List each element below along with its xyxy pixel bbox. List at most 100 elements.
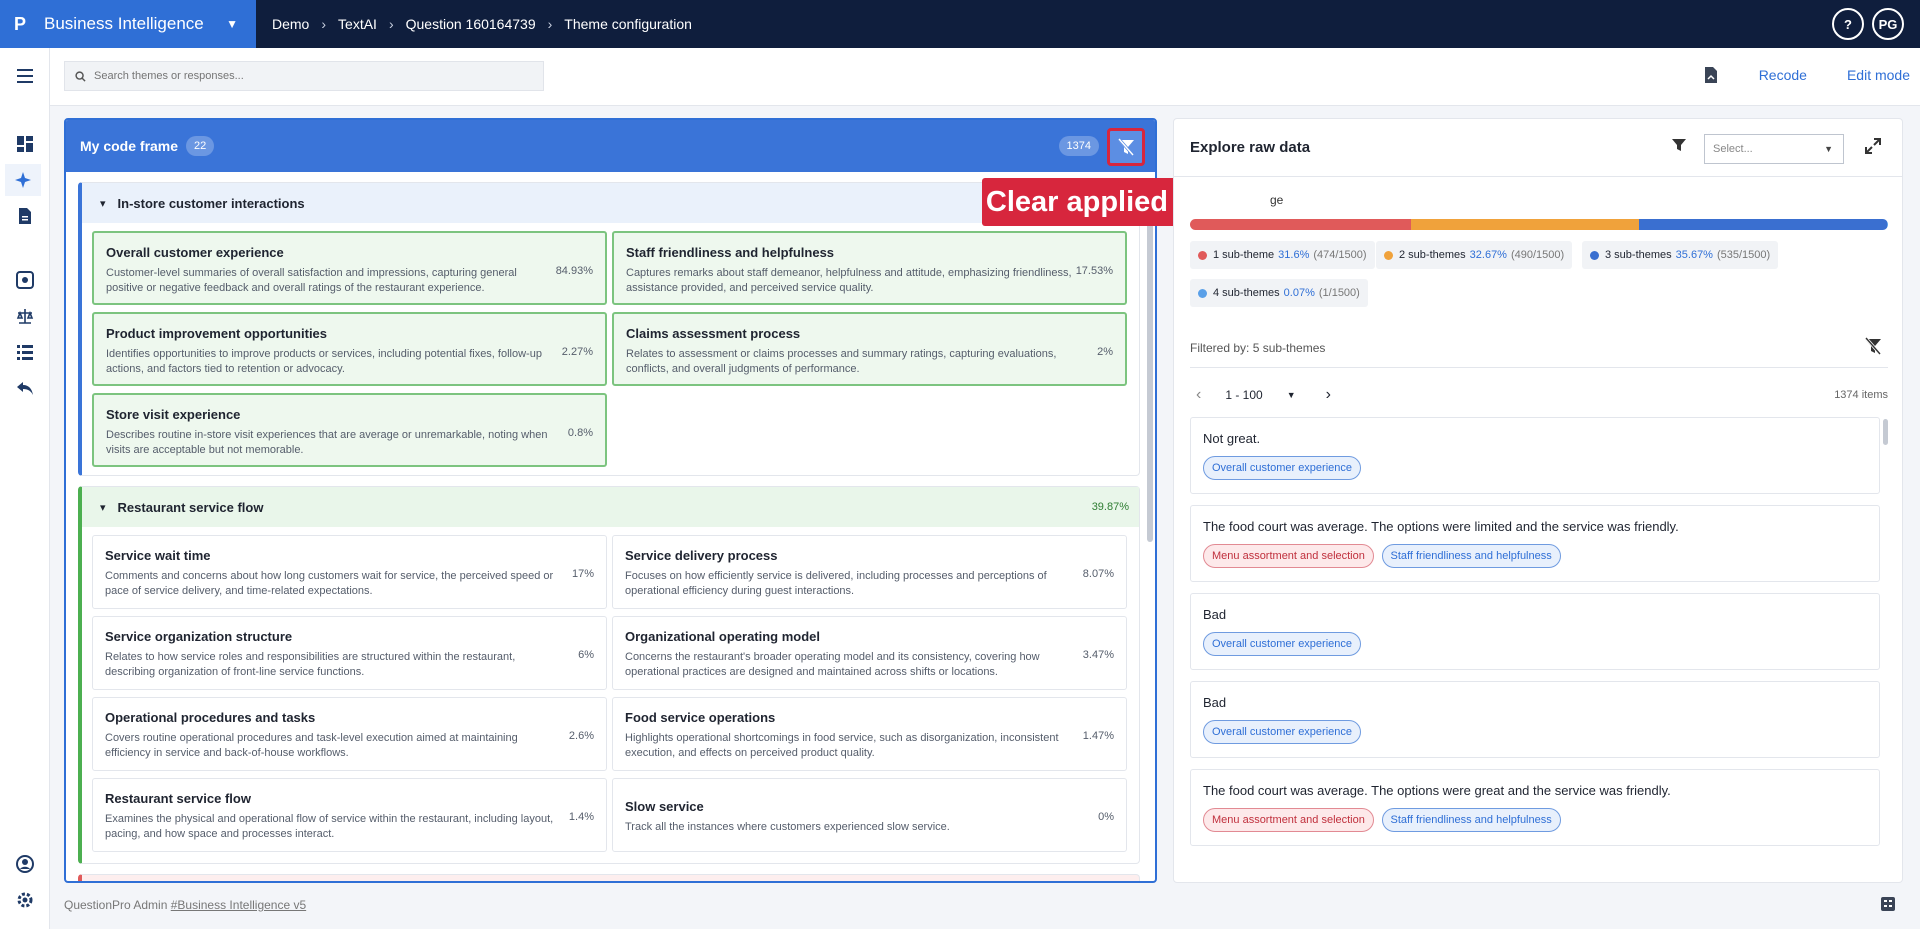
legend-label: 2 sub-themes <box>1399 249 1466 261</box>
response-card[interactable]: Not great. Overall customer experience <box>1190 417 1880 494</box>
clear-filters-button[interactable] <box>1107 128 1145 166</box>
report-icon[interactable] <box>13 204 37 228</box>
response-card[interactable]: Bad Overall customer experience <box>1190 593 1880 670</box>
theme-tag[interactable]: Staff friendliness and helpfulness <box>1381 544 1561 568</box>
expand-icon[interactable] <box>1864 137 1882 155</box>
theme-card-title: Service organization structure <box>105 629 293 644</box>
divider <box>1190 367 1888 368</box>
calculator-icon[interactable] <box>1880 896 1896 912</box>
analysis-icon[interactable] <box>13 268 37 292</box>
balance-icon[interactable] <box>13 304 37 328</box>
theme-tag[interactable]: Overall customer experience <box>1203 456 1362 480</box>
user-admin-icon[interactable] <box>13 852 37 876</box>
theme-card[interactable]: Operational procedures and tasks Covers … <box>92 697 607 771</box>
list-icon[interactable] <box>13 340 37 364</box>
app-switcher[interactable]: P Business Intelligence ▼ <box>0 0 256 48</box>
theme-group-percent: 39.87% <box>1091 501 1129 513</box>
scrollbar[interactable] <box>1883 419 1888 445</box>
theme-tag[interactable]: Menu assortment and selection <box>1203 544 1374 568</box>
filter-icon[interactable] <box>1671 137 1687 153</box>
dashboard-icon[interactable] <box>13 132 37 156</box>
scrollbar[interactable] <box>1147 182 1153 542</box>
legend-dot <box>1590 250 1599 260</box>
toolbar: Recode Edit mode <box>50 48 1920 106</box>
code-frame-scroll-area[interactable]: ▾ In-store customer interactions Overall… <box>66 172 1155 881</box>
legend-percent: 31.6% <box>1278 249 1310 261</box>
theme-card[interactable]: Organizational operating model Concerns … <box>612 616 1127 690</box>
theme-tag[interactable]: Overall customer experience <box>1203 632 1362 656</box>
footer-link[interactable]: #Business Intelligence v5 <box>171 898 306 912</box>
coverage-segment <box>1190 219 1411 230</box>
theme-card[interactable]: Product improvement opportunities Identi… <box>92 312 607 386</box>
theme-group: ▾ In-store customer interactions Overall… <box>78 182 1140 476</box>
theme-tag[interactable]: Overall customer experience <box>1203 720 1362 744</box>
legend-ratio: (535/1500) <box>1716 249 1771 261</box>
legend-item[interactable]: 3 sub-themes 35.67% (535/1500) <box>1582 241 1779 269</box>
theme-card[interactable]: Slow service Track all the instances whe… <box>612 778 1127 852</box>
theme-card-description: Examines the physical and operational fl… <box>105 813 554 840</box>
response-card[interactable]: The food court was average. The options … <box>1190 505 1880 582</box>
legend-percent: 35.67% <box>1675 249 1713 261</box>
theme-card[interactable]: Service delivery process Focuses on how … <box>612 535 1127 609</box>
filtered-by-label: Filtered by: 5 sub-themes <box>1190 341 1326 355</box>
textai-icon[interactable] <box>5 164 41 196</box>
theme-card[interactable]: Service organization structure Relates t… <box>92 616 607 690</box>
help-button[interactable]: ? <box>1832 8 1864 40</box>
theme-card-percent: 1.4% <box>568 811 594 823</box>
response-card[interactable]: Bad Overall customer experience <box>1190 681 1880 758</box>
legend-item[interactable]: 1 sub-theme 31.6% (474/1500) <box>1190 241 1375 269</box>
theme-card[interactable]: Overall customer experience Customer-lev… <box>92 231 607 305</box>
avatar[interactable]: PG <box>1872 8 1904 40</box>
response-card[interactable]: The food court was average. The options … <box>1190 769 1880 846</box>
theme-card-percent: 3.47% <box>1082 649 1114 661</box>
breadcrumb-item[interactable]: Demo <box>272 16 309 32</box>
clear-filter-icon[interactable] <box>1864 337 1882 355</box>
legend-item[interactable]: 2 sub-themes 32.67% (490/1500) <box>1376 241 1573 269</box>
theme-card-title: Service wait time <box>105 548 211 563</box>
theme-card-title: Overall customer experience <box>106 245 284 260</box>
theme-card[interactable]: Restaurant service flow Examines the phy… <box>92 778 607 852</box>
breadcrumb-item[interactable]: TextAI <box>338 16 377 32</box>
theme-tag[interactable]: Staff friendliness and helpfulness <box>1381 808 1561 832</box>
theme-card[interactable]: Service wait time Comments and concerns … <box>92 535 607 609</box>
response-text: Not great. <box>1203 431 1261 446</box>
theme-group <box>78 874 1140 881</box>
page-range-caret-icon[interactable]: ▼ <box>1287 390 1296 400</box>
export-report-icon[interactable] <box>1703 66 1719 84</box>
explore-panel: Explore raw data Select... ▼ ge 1 sub-th… <box>1173 118 1903 883</box>
theme-card-percent: 17.53% <box>1075 265 1113 277</box>
response-list[interactable]: Not great. Overall customer experience T… <box>1190 417 1880 877</box>
recode-button[interactable]: Recode <box>1759 67 1807 83</box>
filter-select[interactable]: Select... ▼ <box>1704 134 1844 164</box>
coverage-segment <box>1638 219 1888 230</box>
chevron-down-icon: ▼ <box>226 17 238 31</box>
search-box <box>64 61 544 91</box>
theme-card-description: Describes routine in-store visit experie… <box>106 429 548 456</box>
theme-card[interactable]: Food service operations Highlights opera… <box>612 697 1127 771</box>
response-text: Bad <box>1203 607 1227 622</box>
legend-item[interactable]: 4 sub-themes 0.07% (1/1500) <box>1190 279 1368 307</box>
code-frame-header: My code frame 22 1374 <box>66 120 1155 172</box>
pagination: ‹ 1 - 100 ▼ › 1374 items <box>1190 381 1888 409</box>
theme-card-description: Focuses on how efficiently service is de… <box>625 570 1047 597</box>
theme-group-header[interactable]: ▾ Restaurant service flow 39.87% <box>82 487 1139 527</box>
theme-card-percent: 17% <box>571 568 594 580</box>
theme-card[interactable]: Claims assessment process Relates to ass… <box>612 312 1127 386</box>
next-page-icon[interactable]: › <box>1326 386 1331 404</box>
coverage-label: ge <box>1270 193 1284 207</box>
coverage-bar <box>1190 219 1888 230</box>
back-icon[interactable] <box>13 376 37 400</box>
search-input[interactable] <box>94 70 514 82</box>
menu-icon[interactable] <box>13 64 37 88</box>
theme-card-description: Identifies opportunities to improve prod… <box>106 348 542 375</box>
theme-card[interactable]: Store visit experience Describes routine… <box>92 393 607 467</box>
legend-dot <box>1198 250 1207 260</box>
edit-mode-button[interactable]: Edit mode <box>1847 67 1910 83</box>
settings-icon[interactable] <box>13 888 37 912</box>
prev-page-icon[interactable]: ‹ <box>1196 386 1201 404</box>
page-range[interactable]: 1 - 100 <box>1225 388 1262 402</box>
theme-group-header[interactable]: ▾ In-store customer interactions <box>82 183 1139 223</box>
theme-tag[interactable]: Menu assortment and selection <box>1203 808 1374 832</box>
breadcrumb-item[interactable]: Question 160164739 <box>406 16 536 32</box>
theme-card[interactable]: Staff friendliness and helpfulness Captu… <box>612 231 1127 305</box>
